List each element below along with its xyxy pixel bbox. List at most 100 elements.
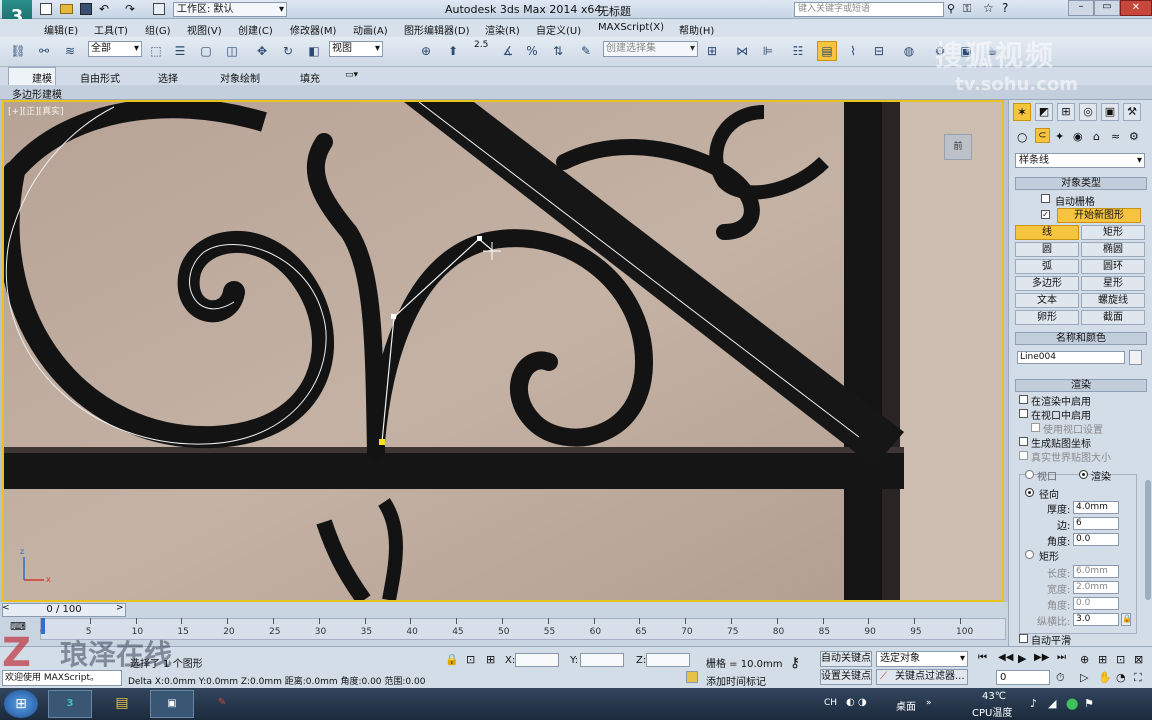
render-radio[interactable] — [1079, 470, 1088, 479]
shape-button-11[interactable]: 截面 — [1081, 310, 1145, 325]
menu-item-views[interactable]: 视图(V) — [187, 22, 222, 37]
aspect-lock-icon[interactable]: 🔒 — [1121, 613, 1132, 626]
current-frame-marker[interactable] — [41, 618, 45, 634]
prev-frame-icon[interactable]: ◀◀ — [998, 652, 1013, 663]
unlink-icon[interactable]: ⚯ — [34, 41, 54, 61]
create-tab-icon[interactable]: ✶ — [1013, 103, 1031, 121]
ref-coord-dropdown[interactable]: 视图 ▾ — [329, 41, 383, 57]
tray-app-icon[interactable]: ⬤ — [1066, 697, 1078, 710]
star-icon[interactable]: ☆ — [983, 1, 994, 15]
rect-region-icon[interactable]: ▢ — [196, 41, 216, 61]
tab-object-paint[interactable]: 对象绘制 — [220, 70, 260, 85]
time-config-icon[interactable]: ⏱ — [1056, 671, 1065, 685]
new-file-icon[interactable] — [40, 3, 52, 15]
use-viewport-settings-checkbox[interactable] — [1031, 423, 1040, 432]
length-field[interactable]: 6.0mm — [1073, 565, 1119, 578]
zoom-extents-all-icon[interactable]: ⊠ — [1134, 653, 1143, 666]
set-key-button[interactable]: 设置关键点 — [820, 669, 872, 685]
hierarchy-tab-icon[interactable]: ⊞ — [1057, 103, 1075, 121]
time-slider[interactable]: 0 / 100 — [2, 603, 126, 617]
curve-editor-icon[interactable]: ⌇ — [843, 41, 863, 61]
orbit-icon[interactable]: ◔ — [1116, 671, 1126, 684]
systems-category-icon[interactable]: ⚙ — [1129, 130, 1139, 143]
shape-button-9[interactable]: 螺旋线 — [1081, 293, 1145, 308]
next-frame-icon[interactable]: ▶▶ — [1034, 652, 1049, 663]
language-indicator[interactable]: CH — [824, 698, 837, 708]
zoom-extents-icon[interactable]: ⊡ — [1116, 653, 1125, 666]
toolbar-extra-icon[interactable]: ⊞ — [702, 41, 722, 61]
helpers-category-icon[interactable]: ⌂ — [1093, 130, 1100, 143]
real-world-map-checkbox[interactable] — [1019, 451, 1028, 460]
object-type-rollout[interactable]: 对象类型 — [1015, 177, 1147, 190]
play-icon[interactable]: ▶ — [1018, 652, 1026, 665]
manipulate-icon[interactable]: ⬆ — [443, 41, 463, 61]
menu-item-maxscript[interactable]: MAXScript(X) — [598, 22, 664, 33]
name-color-rollout[interactable]: 名称和颜色 — [1015, 332, 1147, 345]
enable-in-renderer-checkbox[interactable] — [1019, 395, 1028, 404]
display-tab-icon[interactable]: ▣ — [1101, 103, 1119, 121]
start-button[interactable]: ⊞ — [4, 690, 38, 718]
layer-manager-icon[interactable]: ☷ — [788, 41, 808, 61]
undo-icon[interactable]: ↶ — [99, 2, 109, 16]
open-file-icon[interactable] — [60, 4, 73, 14]
time-slider-prev-icon[interactable]: < — [2, 603, 10, 613]
zoom-icon[interactable]: ⊕ — [1080, 653, 1089, 666]
save-file-icon[interactable] — [80, 3, 92, 15]
schematic-view-icon[interactable]: ⊟ — [869, 41, 889, 61]
shape-button-8[interactable]: 文本 — [1015, 293, 1079, 308]
maximize-button[interactable]: ▭ — [1094, 0, 1120, 16]
transform-mode-icon[interactable]: ⊞ — [486, 653, 495, 666]
align-icon[interactable]: ⊫ — [758, 41, 778, 61]
help-icon[interactable]: ? — [1002, 1, 1008, 15]
rendering-rollout[interactable]: 渲染 — [1015, 379, 1147, 392]
tab-selection[interactable]: 选择 — [158, 70, 178, 85]
menu-item-tools[interactable]: 工具(T) — [94, 22, 128, 37]
graphite-toggle-icon[interactable]: ▤ — [817, 41, 837, 61]
viewport-radio[interactable] — [1025, 470, 1034, 479]
viewport-front[interactable]: z x [+][正][真实] 前 搜狐视频 — [2, 100, 1004, 602]
shape-button-3[interactable]: 椭圆 — [1081, 242, 1145, 257]
menu-item-create[interactable]: 创建(C) — [238, 22, 273, 37]
rect-angle-field[interactable]: 0.0 — [1073, 597, 1119, 610]
width-field[interactable]: 2.0mm — [1073, 581, 1119, 594]
object-name-field[interactable]: Line004 — [1017, 351, 1125, 364]
current-frame-field[interactable]: 0 — [996, 670, 1050, 685]
spacewarps-category-icon[interactable]: ≈ — [1111, 130, 1120, 143]
geometry-category-icon[interactable]: ○ — [1017, 130, 1027, 144]
shape-button-2[interactable]: 圆 — [1015, 242, 1079, 257]
scale-icon[interactable]: ◧ — [304, 41, 324, 61]
ribbon-options-icon[interactable]: ▭▾ — [345, 70, 358, 80]
maximize-viewport-icon[interactable]: ⛶ — [1134, 671, 1142, 685]
rectangular-radio[interactable] — [1025, 550, 1034, 559]
modify-tab-icon[interactable]: ◩ — [1035, 103, 1053, 121]
menu-item-graph-editors[interactable]: 图形编辑器(D) — [404, 22, 470, 37]
menu-item-help[interactable]: 帮助(H) — [679, 22, 714, 37]
object-color-swatch[interactable] — [1129, 350, 1142, 365]
select-by-name-icon[interactable]: ☰ — [170, 41, 190, 61]
shape-button-6[interactable]: 多边形 — [1015, 276, 1079, 291]
generate-mapping-checkbox[interactable] — [1019, 437, 1028, 446]
taskbar-3dsmax-icon[interactable]: 3 — [48, 690, 92, 718]
key-icon[interactable]: ⚿ — [963, 2, 971, 16]
pivot-center-icon[interactable]: ⊕ — [416, 41, 436, 61]
link-icon[interactable]: ⛓ — [8, 41, 28, 61]
absolute-mode-icon[interactable]: ⊡ — [466, 653, 475, 666]
y-field[interactable] — [580, 653, 624, 667]
maxscript-listener[interactable]: 欢迎使用 MAXScript。 — [2, 670, 122, 686]
hold-icon[interactable] — [153, 3, 165, 15]
x-field[interactable] — [515, 653, 559, 667]
key-filters-button[interactable]: ⟋ 关键点过滤器... — [876, 669, 968, 685]
motion-tab-icon[interactable]: ◎ — [1079, 103, 1097, 121]
aspect-field[interactable]: 3.0 — [1073, 613, 1119, 626]
tray-network-icon[interactable]: ◢ — [1048, 697, 1056, 710]
pan-icon[interactable]: ✋ — [1098, 671, 1112, 684]
shape-button-0[interactable]: 线 — [1015, 225, 1079, 240]
menu-item-customize[interactable]: 自定义(U) — [536, 22, 581, 37]
time-tag-icon[interactable] — [686, 671, 698, 683]
material-editor-icon[interactable]: ◍ — [899, 41, 919, 61]
desktop-toggle-icon[interactable]: » — [926, 698, 932, 708]
z-field[interactable] — [646, 653, 690, 667]
named-selection-dropdown[interactable]: 创建选择集 ▾ — [603, 41, 698, 57]
viewcube[interactable]: 前 — [944, 134, 972, 160]
start-new-shape-button[interactable]: 开始新图形 — [1057, 208, 1141, 223]
